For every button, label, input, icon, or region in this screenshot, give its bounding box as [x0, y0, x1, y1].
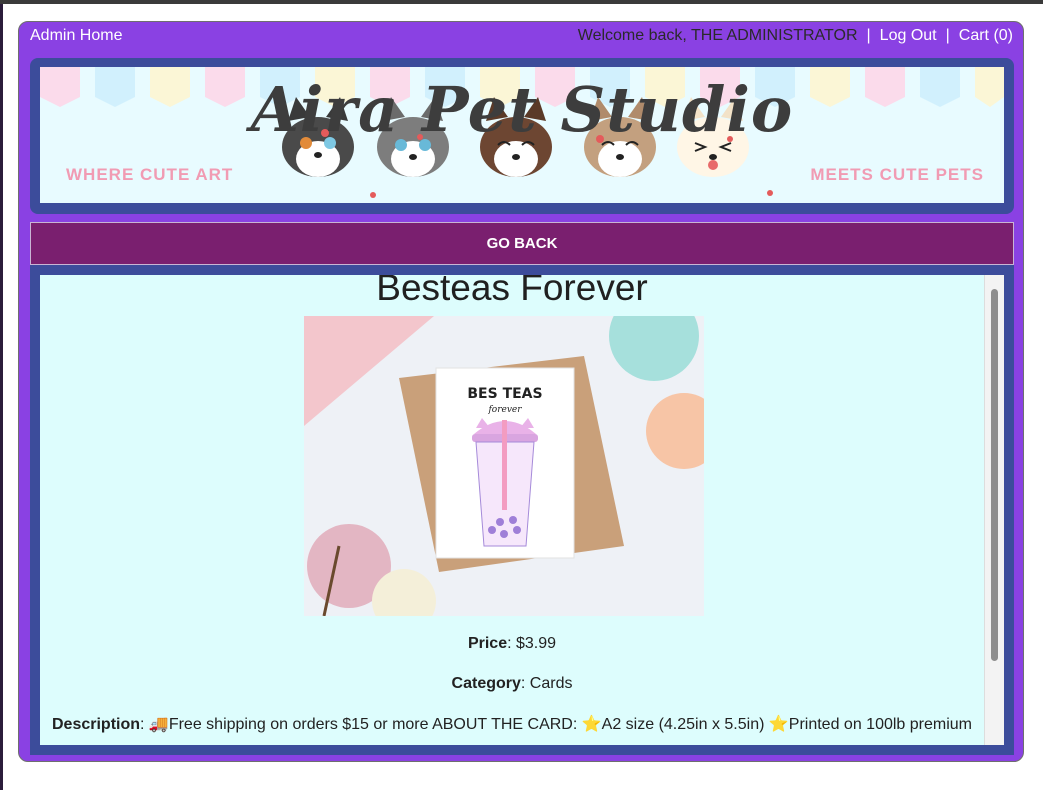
site-frame: Admin Home Welcome back, THE ADMINISTRAT…	[18, 21, 1024, 762]
category-row: Category: Cards	[40, 675, 984, 693]
description-row: Description: 🚚Free shipping on orders $1…	[47, 714, 977, 736]
banner-tagline-right: MEETS CUTE PETS	[810, 165, 984, 184]
content-area: Besteas Forever BES TEAS forever Price: …	[30, 265, 1014, 755]
banner-container: Aira Pet Studio WHERE CUTE ART MEETS CUT…	[30, 58, 1014, 214]
separator: |	[866, 27, 871, 44]
card-title: BES TEAS	[467, 386, 542, 402]
price-value: : $3.99	[507, 635, 557, 652]
panel-scrollbar[interactable]	[984, 275, 1004, 745]
price-label: Price	[467, 635, 508, 652]
site-banner[interactable]: Aira Pet Studio WHERE CUTE ART MEETS CUT…	[40, 67, 1004, 203]
product-photo: BES TEAS forever	[304, 316, 704, 616]
window-left-edge	[0, 4, 3, 790]
description-label: Description	[52, 716, 141, 733]
product-detail-panel: Besteas Forever BES TEAS forever Price: …	[40, 275, 984, 745]
admin-home-link[interactable]: Admin Home	[30, 27, 122, 45]
category-label: Category	[451, 675, 521, 692]
banner-title: Aira Pet Studio	[250, 73, 794, 146]
product-title: Besteas Forever	[376, 275, 648, 308]
price-row: Price: $3.99	[40, 635, 984, 653]
cart-link[interactable]: Cart (0)	[959, 27, 1013, 45]
category-value: : Cards	[520, 675, 573, 692]
separator: |	[945, 27, 950, 44]
logout-link[interactable]: Log Out	[880, 27, 937, 45]
description-value: : 🚚Free shipping on orders $15 or more A…	[140, 716, 972, 733]
top-navigation-bar: Admin Home Welcome back, THE ADMINISTRAT…	[19, 22, 1023, 52]
account-links: Welcome back, THE ADMINISTRATOR | Log Ou…	[578, 27, 1013, 45]
product-image[interactable]: BES TEAS forever	[304, 316, 704, 616]
welcome-message: Welcome back, THE ADMINISTRATOR	[577, 27, 858, 44]
window-top-edge	[0, 0, 1043, 4]
banner-tagline-left: WHERE CUTE ART	[66, 165, 234, 184]
card-subtitle: forever	[487, 405, 522, 415]
scrollbar-thumb[interactable]	[991, 289, 998, 661]
go-back-button[interactable]: GO BACK	[30, 222, 1014, 265]
